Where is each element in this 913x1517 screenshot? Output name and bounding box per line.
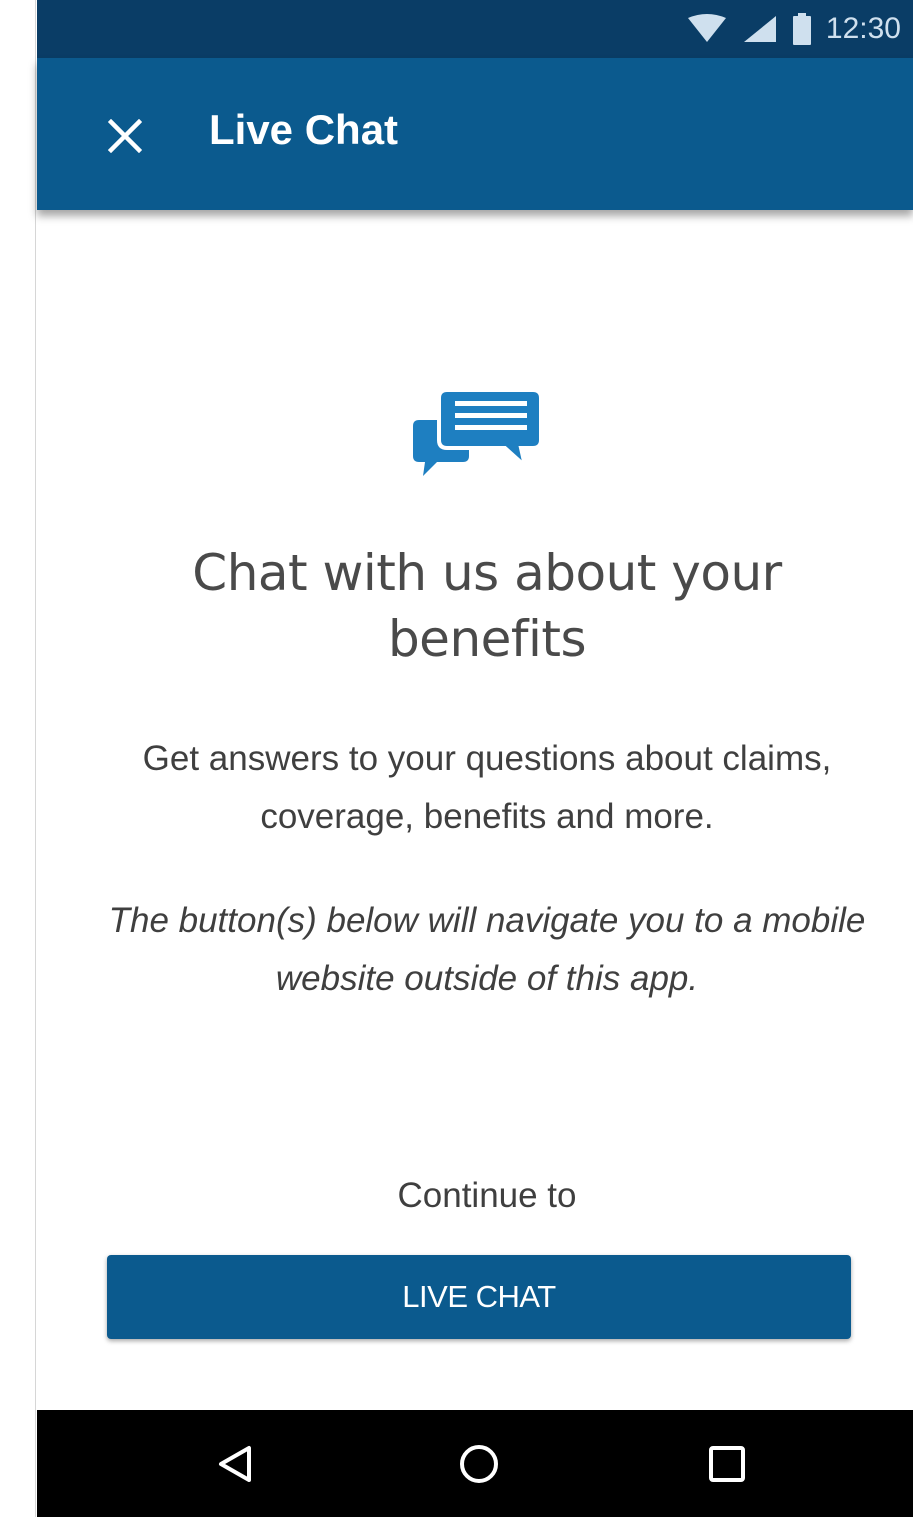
status-bar: 12:30 [37, 0, 913, 58]
status-time: 12:30 [825, 12, 901, 45]
back-icon [219, 1446, 251, 1482]
wifi-icon [687, 14, 726, 42]
left-edge-strip [0, 0, 36, 1517]
nav-recents-button[interactable] [701, 1438, 753, 1490]
recents-icon [709, 1446, 745, 1482]
headline: Chat with us about your benefits [192, 544, 782, 668]
phone-screen: 12:30 Live Chat Chat with us about your … [37, 0, 913, 1517]
continue-label: Continue to [397, 1176, 577, 1215]
close-button[interactable] [97, 108, 153, 164]
battery-icon [792, 13, 811, 45]
nav-home-button[interactable] [453, 1438, 505, 1490]
app-bar: Live Chat [37, 58, 913, 210]
live-chat-button[interactable]: LIVE CHAT [107, 1255, 851, 1339]
close-icon [108, 119, 142, 153]
signal-icon [743, 16, 776, 42]
description-text: Get answers to your questions about clai… [142, 739, 832, 836]
disclaimer-text: The button(s) below will navigate you to… [108, 901, 866, 998]
page-title: Live Chat [209, 106, 399, 153]
status-icons: 12:30 [686, 0, 901, 58]
navigation-bar [37, 1410, 913, 1517]
chat-bubbles-icon [413, 390, 543, 476]
nav-back-button[interactable] [209, 1438, 261, 1490]
home-icon [460, 1445, 498, 1483]
main-content: Chat with us about your benefits Get ans… [37, 210, 913, 1410]
